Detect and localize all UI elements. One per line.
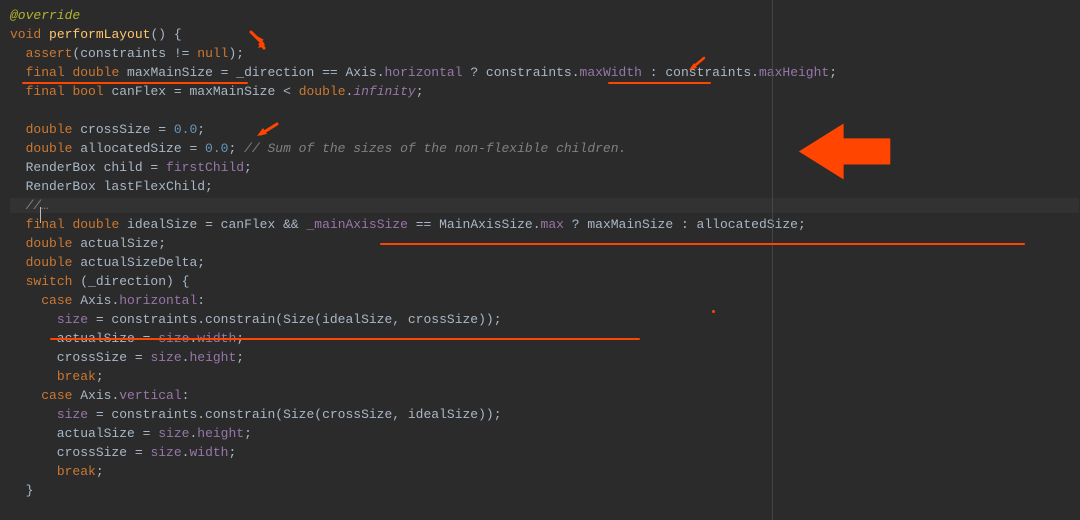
underline-final-maxmain xyxy=(22,82,248,84)
dot-marker xyxy=(712,310,715,313)
annotation-override: @override xyxy=(10,8,80,23)
editor-right-margin xyxy=(772,0,773,520)
underline-size xyxy=(50,338,640,340)
text-caret xyxy=(40,207,41,223)
underline-constraints xyxy=(608,82,711,84)
comment-sum: // Sum of the sizes of the non-flexible … xyxy=(244,141,626,156)
code-editor[interactable]: @override void performLayout() { assert(… xyxy=(0,0,1080,500)
underline-mainaxis xyxy=(380,243,1025,245)
